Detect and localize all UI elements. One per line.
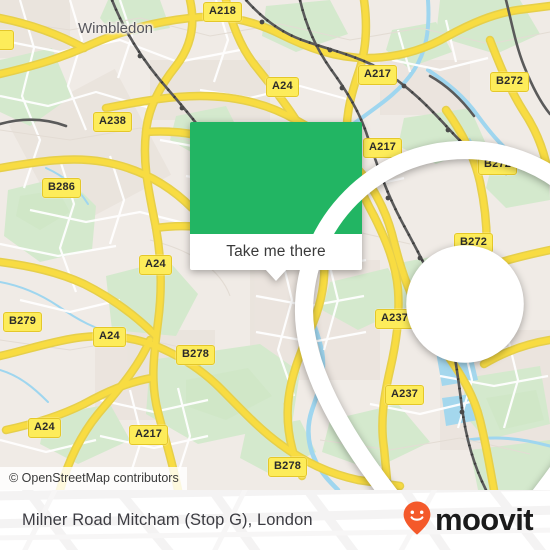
destination-callout[interactable]: Take me there	[190, 122, 550, 490]
road-shield-a24: A24	[266, 77, 299, 97]
stop-title: Milner Road Mitcham (Stop G), London	[22, 510, 313, 529]
callout-action-area[interactable]: Take me there	[190, 234, 362, 281]
moovit-pin-smiley-icon	[402, 500, 432, 541]
road-shield-b272: B272	[490, 72, 530, 92]
moovit-wordmark: moovit	[434, 501, 534, 537]
map-canvas[interactable]: Wimbledon A218 A24 A217 B272 A238 A217 B…	[0, 0, 550, 490]
osm-attribution[interactable]: © OpenStreetMap contributors	[0, 467, 187, 490]
callout-tail	[265, 269, 287, 281]
take-me-there-label: Take me there	[226, 243, 326, 260]
footer-bar: Milner Road Mitcham (Stop G), London moo…	[0, 490, 550, 550]
road-shield-a217: A217	[129, 425, 169, 445]
callout-image-area	[190, 122, 550, 490]
road-shield-a24: A24	[28, 418, 61, 438]
road-shield-clipped-left	[0, 30, 14, 50]
road-shield-a24: A24	[93, 327, 126, 347]
road-shield-b279: B279	[3, 312, 43, 332]
place-label-wimbledon: Wimbledon	[78, 20, 154, 37]
road-shield-a218: A218	[203, 2, 243, 22]
screenshot-root: Wimbledon A218 A24 A217 B272 A238 A217 B…	[0, 0, 550, 550]
moovit-logo[interactable]: moovit	[402, 490, 534, 550]
road-shield-a24: A24	[139, 255, 172, 275]
road-shield-b286: B286	[42, 178, 82, 198]
road-shield-a217: A217	[358, 65, 398, 85]
road-shield-a238: A238	[93, 112, 133, 132]
